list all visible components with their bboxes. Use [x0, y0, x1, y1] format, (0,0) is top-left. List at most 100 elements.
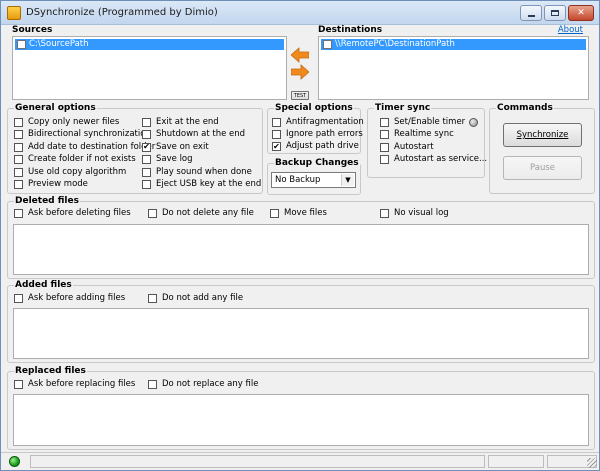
minimize-icon: [527, 14, 535, 17]
option-ask-before-deleting-files[interactable]: Ask before deleting files: [14, 208, 131, 219]
maximize-button[interactable]: [544, 5, 566, 21]
option-create-folder-if-not-exists-checkbox[interactable]: [14, 155, 23, 165]
close-icon: ✕: [577, 8, 585, 18]
option-do-not-add-any-file-label: Do not add any file: [162, 293, 244, 303]
chevron-down-icon[interactable]: ▼: [341, 174, 354, 186]
option-adjust-path-drive[interactable]: ✔ Adjust path drive: [272, 141, 359, 152]
option-adjust-path-drive-checkbox[interactable]: ✔: [272, 142, 281, 151]
option-ask-before-adding-files-checkbox[interactable]: [14, 294, 23, 303]
destination-item[interactable]: \\RemotePC\DestinationPath: [321, 39, 586, 50]
destinations-list[interactable]: \\RemotePC\DestinationPath: [318, 36, 589, 100]
replaced-files-label: Replaced files: [14, 366, 87, 377]
option-save-log-checkbox[interactable]: [142, 155, 151, 165]
timer-sync-group: Timer sync Set/Enable timer Realtime sync…: [367, 103, 487, 178]
option-do-not-add-any-file-checkbox[interactable]: [148, 294, 157, 303]
option-ask-before-replacing-files-label: Ask before replacing files: [28, 379, 136, 389]
pause-button-label: Pause: [530, 163, 555, 173]
option-no-visual-log-checkbox[interactable]: [380, 209, 389, 218]
option-play-sound-when-done[interactable]: Play sound when done: [142, 167, 252, 178]
option-copy-only-newer-files[interactable]: Copy only newer files: [14, 117, 119, 128]
replaced-files-group: Replaced files Ask before replacing file…: [7, 366, 595, 450]
copy-right-arrow-icon[interactable]: [291, 64, 309, 80]
option-ask-before-replacing-files[interactable]: Ask before replacing files: [14, 379, 135, 390]
option-use-old-copy-algorithm[interactable]: Use old copy algorithm: [14, 167, 126, 178]
option-preview-mode[interactable]: Preview mode: [14, 179, 88, 190]
option-play-sound-when-done-checkbox[interactable]: [142, 167, 151, 177]
option-antifragmentation-checkbox[interactable]: [272, 118, 281, 127]
option-save-on-exit[interactable]: ✔ Save on exit: [142, 142, 209, 153]
replaced-files-log[interactable]: [13, 394, 589, 446]
option-ask-before-adding-files[interactable]: Ask before adding files: [14, 293, 125, 304]
option-create-folder-if-not-exists[interactable]: Create folder if not exists: [14, 154, 136, 165]
minimize-button[interactable]: [520, 5, 542, 21]
deleted-files-log[interactable]: [13, 224, 589, 275]
title-bar[interactable]: DSynchronize (Programmed by Dimio) ✕: [1, 1, 599, 25]
backup-select[interactable]: No Backup ▼: [271, 172, 356, 188]
option-move-files[interactable]: Move files: [270, 208, 327, 219]
synchronize-button[interactable]: Synchronize: [503, 123, 582, 147]
option-do-not-add-any-file[interactable]: Do not add any file: [148, 293, 243, 304]
option-ignore-path-errors-checkbox[interactable]: [272, 130, 281, 139]
backup-select-value: No Backup: [275, 175, 321, 185]
added-files-log[interactable]: [13, 308, 589, 359]
option-do-not-replace-any-file[interactable]: Do not replace any file: [148, 379, 258, 390]
option-save-on-exit-checkbox[interactable]: ✔: [142, 142, 151, 152]
option-ignore-path-errors[interactable]: Ignore path errors: [272, 129, 363, 140]
option-ask-before-replacing-files-checkbox[interactable]: [14, 380, 23, 389]
destination-item-checkbox[interactable]: [323, 40, 332, 49]
option-add-date-to-destination-folder-checkbox[interactable]: [14, 142, 23, 152]
option-autostart-as-service[interactable]: Autostart as service...: [380, 154, 487, 165]
deleted-files-group: Deleted files Ask before deleting files D…: [7, 196, 595, 279]
synchronize-button-label: Synchronize: [516, 130, 569, 140]
option-eject-usb-key-at-the-end-label: Eject USB key at the end: [156, 179, 262, 189]
option-set-enable-timer-label: Set/Enable timer: [394, 117, 466, 127]
deleted-files-label: Deleted files: [14, 196, 80, 207]
option-autostart[interactable]: Autostart: [380, 142, 434, 153]
source-item-checkbox[interactable]: [17, 40, 26, 49]
option-do-not-delete-any-file[interactable]: Do not delete any file: [148, 208, 254, 219]
option-do-not-replace-any-file-label: Do not replace any file: [162, 379, 259, 389]
option-eject-usb-key-at-the-end[interactable]: Eject USB key at the end: [142, 179, 261, 190]
option-exit-at-the-end[interactable]: Exit at the end: [142, 117, 219, 128]
option-move-files-label: Move files: [284, 208, 327, 218]
added-files-group: Added files Ask before adding files Do no…: [7, 280, 595, 363]
option-set-enable-timer-checkbox[interactable]: [380, 118, 389, 127]
commands-group: Commands Synchronize Pause: [489, 103, 595, 194]
option-bidirectional-synchronization[interactable]: Bidirectional synchronization: [14, 129, 151, 140]
option-autostart-checkbox[interactable]: [380, 142, 389, 152]
option-exit-at-the-end-label: Exit at the end: [156, 117, 219, 127]
backup-changes-label: Backup Changes: [274, 158, 360, 169]
option-copy-only-newer-files-checkbox[interactable]: [14, 118, 23, 127]
option-bidirectional-synchronization-checkbox[interactable]: [14, 130, 23, 140]
timer-sync-label: Timer sync: [374, 103, 432, 114]
option-shutdown-at-the-end-checkbox[interactable]: [142, 130, 151, 140]
close-button[interactable]: ✕: [568, 5, 594, 21]
option-eject-usb-key-at-the-end-checkbox[interactable]: [142, 180, 151, 189]
option-use-old-copy-algorithm-checkbox[interactable]: [14, 167, 23, 177]
option-do-not-replace-any-file-checkbox[interactable]: [148, 380, 157, 389]
option-ask-before-deleting-files-checkbox[interactable]: [14, 209, 23, 218]
option-autostart-as-service-checkbox[interactable]: [380, 155, 389, 165]
option-do-not-delete-any-file-checkbox[interactable]: [148, 209, 157, 218]
option-preview-mode-checkbox[interactable]: [14, 180, 23, 189]
option-realtime-sync[interactable]: Realtime sync: [380, 129, 454, 140]
resize-grip-icon[interactable]: [587, 458, 597, 468]
option-move-files-checkbox[interactable]: [270, 209, 279, 218]
pause-button[interactable]: Pause: [503, 156, 582, 180]
sources-list[interactable]: C:\SourcePath: [12, 36, 287, 100]
copy-left-arrow-icon[interactable]: [291, 47, 309, 63]
option-add-date-to-destination-folder[interactable]: Add date to destination folder: [14, 142, 155, 153]
test-button[interactable]: TEST: [291, 91, 309, 100]
source-item[interactable]: C:\SourcePath: [15, 39, 284, 50]
sources-label: Sources: [11, 25, 54, 36]
option-set-enable-timer[interactable]: Set/Enable timer: [380, 117, 479, 128]
option-exit-at-the-end-checkbox[interactable]: [142, 118, 151, 127]
option-shutdown-at-the-end[interactable]: Shutdown at the end: [142, 129, 245, 140]
option-save-log[interactable]: Save log: [142, 154, 193, 165]
backup-changes-group: Backup Changes No Backup ▼: [267, 158, 361, 195]
option-no-visual-log[interactable]: No visual log: [380, 208, 449, 219]
destinations-label: Destinations: [317, 25, 384, 36]
option-realtime-sync-checkbox[interactable]: [380, 130, 389, 140]
option-no-visual-log-label: No visual log: [394, 208, 449, 218]
option-antifragmentation[interactable]: Antifragmentation: [272, 117, 364, 128]
